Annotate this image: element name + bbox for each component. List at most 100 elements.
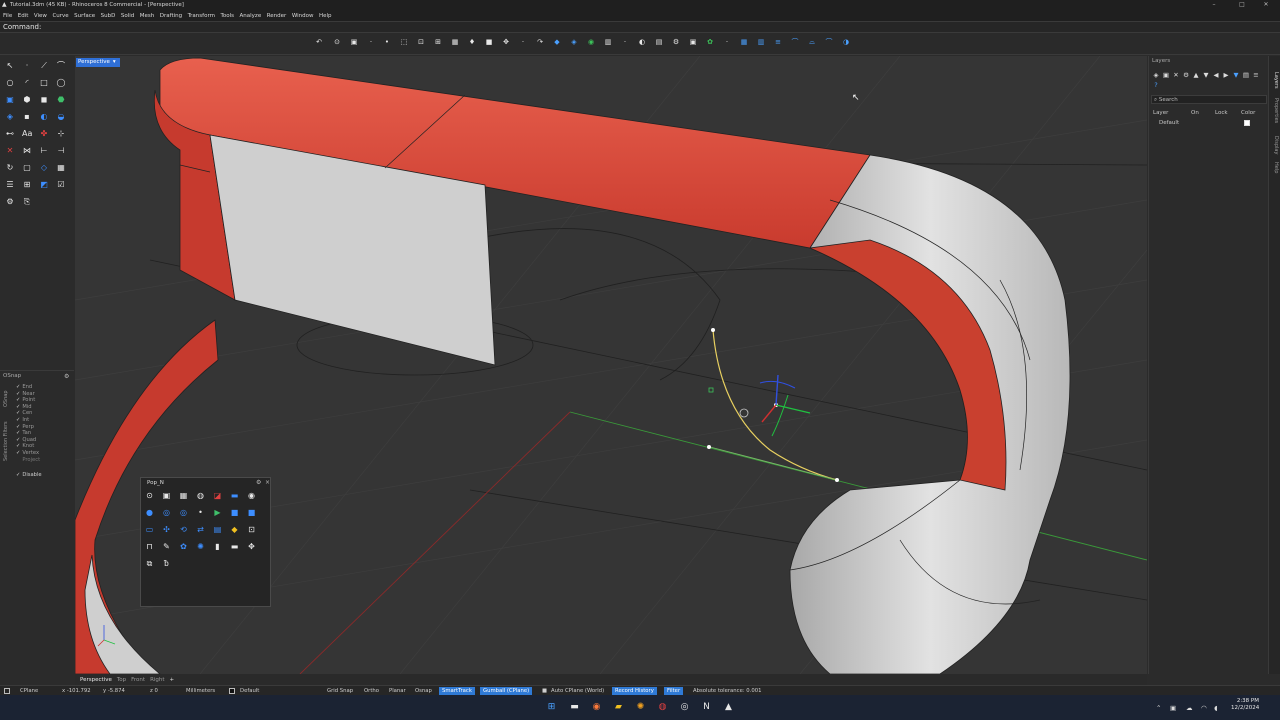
arc-icon[interactable]: ◜ bbox=[22, 78, 32, 88]
render-tool-icon[interactable]: ◩ bbox=[39, 180, 49, 190]
ortho-toggle[interactable]: Ortho bbox=[364, 687, 379, 695]
wifi-icon[interactable]: ◠ bbox=[1201, 704, 1207, 712]
menu-mesh[interactable]: Mesh bbox=[140, 13, 154, 19]
grid-snap-toggle[interactable]: Grid Snap bbox=[327, 687, 353, 695]
rectangle-icon[interactable]: □ bbox=[39, 78, 49, 88]
layer-search-input[interactable]: ⌕ Search bbox=[1151, 95, 1267, 104]
record-history-toggle[interactable]: Record History bbox=[612, 687, 657, 695]
grid-tool-icon[interactable]: ▦ bbox=[56, 163, 66, 173]
settings-tool-icon[interactable]: ⚙ bbox=[5, 197, 15, 207]
pop-pencil-icon[interactable]: ✎ bbox=[162, 542, 171, 551]
viewport-title-tab[interactable]: Perspective ▾ bbox=[76, 58, 120, 67]
layout-icon[interactable]: ▦ bbox=[740, 38, 748, 46]
shade-icon[interactable]: ◐ bbox=[638, 38, 646, 46]
osnap-item[interactable]: ✓ Perp bbox=[16, 424, 42, 431]
pop-hide-icon[interactable]: ▣ bbox=[162, 491, 171, 500]
pop-frame-icon[interactable]: ⊡ bbox=[247, 525, 256, 534]
file-explorer-icon[interactable]: ▬ bbox=[569, 702, 580, 713]
help-icon[interactable]: ? bbox=[1152, 81, 1160, 89]
tab-perspective[interactable]: Perspective bbox=[80, 677, 112, 683]
render-icon[interactable]: ▤ bbox=[655, 38, 663, 46]
dot3-icon[interactable]: · bbox=[723, 38, 731, 46]
trim-icon[interactable]: ⊣ bbox=[56, 146, 66, 156]
mesh-tool-icon[interactable]: ◈ bbox=[5, 112, 15, 122]
windows-start-icon[interactable]: ⊞ bbox=[546, 702, 557, 713]
help-side-tab[interactable]: Help bbox=[1273, 162, 1279, 173]
light-icon[interactable]: ♦ bbox=[468, 38, 476, 46]
pop-battery-icon[interactable]: ▮ bbox=[213, 542, 222, 551]
chrome-icon[interactable]: ◍ bbox=[657, 702, 668, 713]
filter-toggle[interactable]: Filter bbox=[664, 687, 684, 695]
planar-toggle[interactable]: Planar bbox=[389, 687, 406, 695]
orient-icon[interactable]: ◇ bbox=[39, 163, 49, 173]
tray-chevron-icon[interactable]: ⌃ bbox=[1156, 704, 1161, 712]
selection-filters-tab[interactable]: Selection Filters bbox=[3, 421, 9, 461]
pop-bulb-icon[interactable]: ◆ bbox=[230, 525, 239, 534]
fillet-tool-icon[interactable]: ◒ bbox=[56, 112, 66, 122]
zoom-window-icon[interactable]: ⊡ bbox=[417, 38, 425, 46]
pop-view-icon[interactable]: ▭ bbox=[145, 525, 154, 534]
rotate-icon[interactable]: ◈ bbox=[570, 38, 578, 46]
osnap-item[interactable]: ✓Project bbox=[16, 457, 42, 464]
split-icon[interactable]: ⊢ bbox=[39, 146, 49, 156]
paste-icon[interactable]: ▣ bbox=[350, 38, 358, 46]
pop-layout-icon[interactable]: ▦ bbox=[179, 491, 188, 500]
auto-cplane-toggle[interactable]: Auto CPlane (World) bbox=[551, 687, 604, 695]
extrude-icon[interactable]: ⬢ bbox=[22, 95, 32, 105]
four-viewports-icon[interactable]: ▦ bbox=[451, 38, 459, 46]
subd-icon[interactable]: ⬣ bbox=[56, 95, 66, 105]
fillet-icon[interactable]: ↷ bbox=[536, 38, 544, 46]
pop-car-icon[interactable]: ▬ bbox=[230, 542, 239, 551]
menu-analyze[interactable]: Analyze bbox=[240, 13, 262, 19]
osnap-item[interactable]: ✓ Near bbox=[16, 391, 42, 398]
add-viewport-button[interactable]: + bbox=[170, 677, 175, 683]
curve-icon[interactable]: ⌒ bbox=[56, 61, 66, 71]
menu-render[interactable]: Render bbox=[267, 13, 287, 19]
delete-layer-icon[interactable]: ✕ bbox=[1172, 71, 1180, 79]
pop-osnap-icon[interactable]: ● bbox=[145, 508, 154, 517]
stack-icon[interactable]: ≡ bbox=[774, 38, 782, 46]
menu-drafting[interactable]: Drafting bbox=[160, 13, 182, 19]
layers-side-tab[interactable]: Layers bbox=[1273, 72, 1279, 89]
close-button[interactable]: ✕ bbox=[1252, 0, 1280, 10]
pop-target-icon[interactable]: ◎ bbox=[162, 508, 171, 517]
folder-icon[interactable]: ▰ bbox=[613, 702, 624, 713]
pop-next-icon[interactable]: ■ bbox=[247, 508, 256, 517]
red-point-icon[interactable]: • bbox=[383, 38, 391, 46]
layer-down-icon[interactable]: ▼ bbox=[1202, 71, 1210, 79]
pop-gumball-icon[interactable]: ✣ bbox=[162, 525, 171, 534]
boolean-icon[interactable]: ◐ bbox=[39, 112, 49, 122]
pop-dot-icon[interactable]: • bbox=[196, 508, 205, 517]
color-column-header[interactable]: Color bbox=[1241, 110, 1255, 116]
command-line[interactable]: Command: bbox=[0, 21, 1280, 33]
script-tool-icon[interactable]: ⎘ bbox=[22, 197, 32, 207]
solid-tool-icon[interactable]: ▪ bbox=[22, 112, 32, 122]
arch3-icon[interactable]: ⌒ bbox=[825, 38, 833, 46]
osnap-toggle[interactable]: Osnap bbox=[415, 687, 432, 695]
current-layer[interactable]: Default bbox=[240, 687, 259, 695]
menu-tools[interactable]: Tools bbox=[220, 13, 234, 19]
layer-column-header[interactable]: Layer bbox=[1153, 110, 1168, 116]
move-icon[interactable]: ✥ bbox=[502, 38, 510, 46]
layer-row-default[interactable]: Default bbox=[1159, 120, 1179, 126]
osnap-item[interactable]: ✓ Quad bbox=[16, 437, 42, 444]
minimize-button[interactable]: – bbox=[1200, 0, 1228, 10]
smarttrack-toggle[interactable]: SmartTrack bbox=[439, 687, 475, 695]
osnap-side-tab[interactable]: OSnap bbox=[3, 390, 9, 407]
zoom-extents-icon[interactable]: ⊞ bbox=[434, 38, 442, 46]
pop-move-icon[interactable]: ✥ bbox=[247, 542, 256, 551]
menu-curve[interactable]: Curve bbox=[52, 13, 68, 19]
tray-app-icon[interactable]: ▣ bbox=[1170, 704, 1176, 712]
osnap-item[interactable]: ✓ Knot bbox=[16, 443, 42, 450]
volume-icon[interactable]: ◖ bbox=[1214, 704, 1217, 712]
units-label[interactable]: Millimeters bbox=[186, 687, 215, 695]
display-icon[interactable]: ▣ bbox=[689, 38, 697, 46]
tab-front[interactable]: Front bbox=[131, 677, 145, 683]
osnap-item[interactable]: ✓ Point bbox=[16, 397, 42, 404]
tab-right[interactable]: Right bbox=[150, 677, 164, 683]
tray-cloud-icon[interactable]: ☁ bbox=[1186, 704, 1193, 712]
pop-rotate-icon[interactable]: ⟲ bbox=[179, 525, 188, 534]
layer-up-icon[interactable]: ▲ bbox=[1192, 71, 1200, 79]
layer-filter-icon[interactable]: ▼ bbox=[1232, 71, 1240, 79]
pop-flower-icon[interactable]: ✿ bbox=[179, 542, 188, 551]
